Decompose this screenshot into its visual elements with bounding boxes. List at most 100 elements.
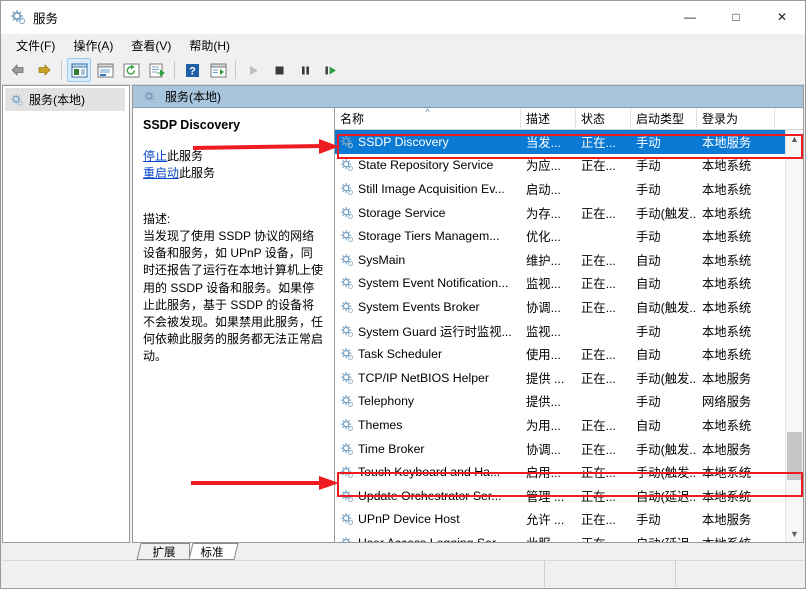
vertical-scrollbar[interactable]: ▲ ▼ (785, 130, 803, 542)
cell-name: Touch Keyboard and Ha... (335, 465, 521, 479)
table-row[interactable]: System Events Broker 协调... 正在... 自动(触发... 本地… (335, 295, 803, 319)
table-row[interactable]: User Access Logging Ser...此服...正在...自动(延… (335, 531, 803, 542)
close-button[interactable]: ✕ (759, 1, 805, 33)
properties-icon[interactable] (93, 58, 117, 82)
services-window: 服务 — □ ✕ 文件(F) 操作(A) 查看(V) 帮助(H) ? 服务(本地… (0, 0, 806, 589)
cell-description: 优化... (526, 230, 561, 245)
scroll-down-icon[interactable]: ▼ (786, 525, 803, 542)
cell-status: 正在... (581, 135, 616, 150)
console-tree-pane: 服务(本地) (2, 85, 130, 543)
menu-help[interactable]: 帮助(H) (180, 35, 239, 56)
service-gear-icon (340, 394, 354, 408)
table-row[interactable]: Still Image Acquisition Ev... 启动... 手动 本地系统 (335, 177, 803, 201)
cell-status: 正在... (576, 534, 631, 542)
show-console-tree-icon[interactable] (206, 58, 230, 82)
cell-status: 正在... (581, 159, 616, 174)
table-row[interactable]: SSDP Discovery 当发... 正在... 手动 本地服务 (335, 130, 803, 154)
column-log-on-as[interactable]: 登录为 (697, 108, 775, 129)
pause-service-icon[interactable] (293, 58, 317, 82)
service-gear-icon (340, 276, 354, 290)
table-row[interactable]: Update Orchestrator Ser... 管理 ... 正在... 自动(… (335, 484, 803, 508)
cell-name: Storage Tiers Managem... (335, 229, 521, 243)
column-status[interactable]: 状态 (576, 108, 631, 129)
cell-status: 正在... (581, 489, 616, 504)
column-log-on-as-label: 登录为 (702, 112, 739, 126)
sort-ascending-icon: ^ (425, 108, 430, 117)
stop-service-icon[interactable] (267, 58, 291, 82)
cell-status: 正在... (581, 348, 616, 363)
service-gear-icon (340, 347, 354, 361)
maximize-button[interactable]: □ (713, 1, 759, 33)
detail-service-title: SSDP Discovery (143, 118, 241, 132)
view-tabs: 扩展 标准 (132, 542, 804, 560)
service-gear-icon (340, 300, 354, 314)
service-gear-icon (340, 512, 354, 526)
table-row[interactable]: Themes 为用... 正在... 自动 本地系统 (335, 413, 803, 437)
services-pane: 服务(本地) SSDP Discovery 停止此服务 重启动此服务 描述: 当… (132, 85, 804, 543)
cell-status: 正在... (581, 513, 616, 528)
service-name-label: State Repository Service (358, 158, 494, 173)
service-gear-icon (340, 253, 354, 267)
service-gear-icon (340, 135, 354, 149)
table-row[interactable]: Storage Tiers Managem... 优化... 手动 本地系统 (335, 224, 803, 248)
cell-name: System Event Notification... (335, 276, 521, 290)
cell-description: 协调... (526, 300, 561, 315)
export-list-icon[interactable] (145, 58, 169, 82)
column-startup-type[interactable]: 启动类型 (631, 108, 697, 129)
back-icon[interactable] (6, 58, 30, 82)
service-gear-icon (340, 371, 354, 385)
table-row[interactable]: Telephony 提供... 手动 网络服务 (335, 390, 803, 414)
toolbar: ? (1, 56, 805, 85)
cell-description: 监视... (526, 324, 561, 339)
tab-standard[interactable]: 标准 (185, 543, 245, 560)
restart-service-icon[interactable] (319, 58, 343, 82)
pane-header-label: 服务(本地) (165, 90, 221, 104)
cell-name: Themes (335, 418, 521, 432)
service-name-label: System Guard 运行时监视... (358, 324, 512, 339)
help-icon[interactable]: ? (180, 58, 204, 82)
start-service-icon[interactable] (241, 58, 265, 82)
show-hide-tree-icon[interactable] (67, 58, 91, 82)
cell-startup-type: 自动 (636, 277, 661, 292)
menu-file[interactable]: 文件(F) (7, 35, 64, 56)
status-bar-cell-1 (544, 561, 675, 587)
cell-startup-type: 自动 (636, 253, 661, 268)
menu-view[interactable]: 查看(V) (122, 35, 180, 56)
menu-action[interactable]: 操作(A) (64, 35, 122, 56)
column-name[interactable]: 名称 ^ (335, 108, 521, 129)
service-description: 当发现了使用 SSDP 协议的网络设备和服务，如 UPnP 设备，同时还报告了运… (143, 229, 324, 364)
scroll-up-icon[interactable]: ▲ (786, 130, 803, 147)
tree-item-services-local[interactable]: 服务(本地) (5, 88, 125, 111)
cell-name: Storage Service (335, 206, 521, 220)
restart-service-link[interactable]: 重启动此服务 (143, 165, 324, 182)
refresh-icon[interactable] (119, 58, 143, 82)
table-row[interactable]: UPnP Device Host 允许 ... 正在... 手动 本地服务 (335, 508, 803, 532)
table-row[interactable]: State Repository Service 为应... 正在... 手动 本地系统 (335, 154, 803, 178)
stop-service-link[interactable]: 停止此服务 (143, 148, 324, 165)
cell-name: TCP/IP NetBIOS Helper (335, 371, 521, 385)
table-row[interactable]: Time Broker 协调... 正在... 手动(触发... 本地服务 (335, 437, 803, 461)
table-row[interactable]: Task Scheduler 使用... 正在... 自动 本地系统 (335, 342, 803, 366)
column-description[interactable]: 描述 (521, 108, 576, 129)
tab-extended[interactable]: 扩展 (132, 543, 190, 560)
minimize-button[interactable]: — (667, 1, 713, 33)
cell-log-on-as: 本地系统 (702, 230, 752, 245)
cell-startup-type: 手动 (636, 135, 661, 150)
table-row[interactable]: System Event Notification... 监视... 正在... 自动… (335, 272, 803, 296)
table-row[interactable]: Storage Service 为存... 正在... 手动(触发... 本地系统 (335, 201, 803, 225)
cell-log-on-as: 本地服务 (702, 442, 752, 457)
cell-log-on-as: 本地系统 (702, 489, 752, 504)
scrollbar-thumb[interactable] (787, 432, 802, 480)
table-row[interactable]: TCP/IP NetBIOS Helper 提供 ... 正在... 手动(触发...… (335, 366, 803, 390)
status-bar-cell-2 (675, 561, 804, 587)
table-row[interactable]: System Guard 运行时监视... 监视... 手动 本地系统 (335, 319, 803, 343)
toolbar-separator (61, 61, 62, 79)
cell-startup-type: 手动 (636, 230, 661, 245)
forward-icon[interactable] (32, 58, 56, 82)
table-row[interactable]: SysMain 维护... 正在... 自动 本地系统 (335, 248, 803, 272)
service-gear-icon (340, 158, 354, 172)
pane-body: SSDP Discovery 停止此服务 重启动此服务 描述: 当发现了使用 S… (133, 108, 803, 542)
services-gear-icon (10, 9, 26, 25)
column-description-label: 描述 (526, 112, 551, 126)
table-row[interactable]: Touch Keyboard and Ha... 启用... 正在... 手动(触发.… (335, 460, 803, 484)
